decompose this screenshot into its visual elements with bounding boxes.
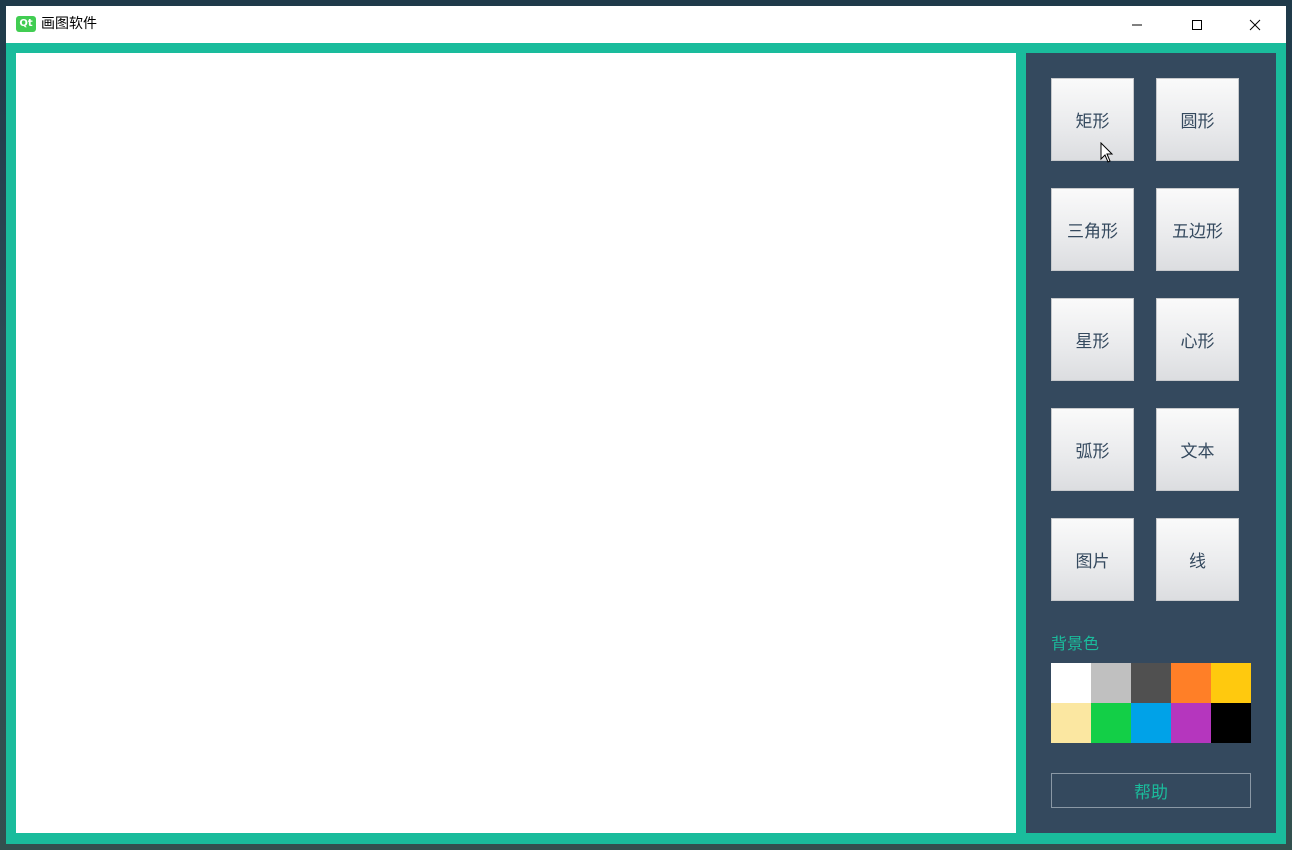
minimize-button[interactable] [1108, 6, 1166, 43]
shape-btn-heart[interactable]: 心形 [1156, 298, 1239, 381]
drawing-canvas[interactable] [16, 53, 1016, 833]
color-swatch[interactable] [1091, 663, 1131, 703]
qt-app-icon: Qt [16, 16, 36, 32]
color-swatch[interactable] [1211, 703, 1251, 743]
background-color-palette [1051, 663, 1251, 743]
shape-btn-star[interactable]: 星形 [1051, 298, 1134, 381]
maximize-button[interactable] [1168, 6, 1226, 43]
maximize-icon [1192, 19, 1202, 30]
shape-btn-line[interactable]: 线 [1156, 518, 1239, 601]
close-icon [1249, 19, 1261, 30]
help-button[interactable]: 帮助 [1051, 773, 1251, 808]
color-swatch[interactable] [1211, 663, 1251, 703]
title-bar[interactable]: Qt 画图软件 [6, 6, 1286, 43]
color-swatch[interactable] [1131, 703, 1171, 743]
shape-btn-image[interactable]: 图片 [1051, 518, 1134, 601]
shape-btn-rectangle[interactable]: 矩形 [1051, 78, 1134, 161]
color-swatch[interactable] [1171, 703, 1211, 743]
shape-btn-text[interactable]: 文本 [1156, 408, 1239, 491]
shape-btn-circle[interactable]: 圆形 [1156, 78, 1239, 161]
minimize-icon [1132, 24, 1142, 25]
background-color-label: 背景色 [1051, 634, 1100, 653]
shape-btn-arc[interactable]: 弧形 [1051, 408, 1134, 491]
color-swatch[interactable] [1051, 663, 1091, 703]
shape-btn-triangle[interactable]: 三角形 [1051, 188, 1134, 271]
close-button[interactable] [1226, 6, 1284, 43]
shape-btn-pentagon[interactable]: 五边形 [1156, 188, 1239, 271]
main-window: Qt 画图软件 矩形 圆形 三角形 五边形 星形 心形 弧形 文本 图片 线 背… [6, 6, 1286, 844]
window-title: 画图软件 [41, 16, 97, 32]
color-swatch[interactable] [1131, 663, 1171, 703]
tool-panel: 矩形 圆形 三角形 五边形 星形 心形 弧形 文本 图片 线 背景色 帮助 [1026, 53, 1276, 833]
color-swatch[interactable] [1091, 703, 1131, 743]
color-swatch[interactable] [1051, 703, 1091, 743]
color-swatch[interactable] [1171, 663, 1211, 703]
